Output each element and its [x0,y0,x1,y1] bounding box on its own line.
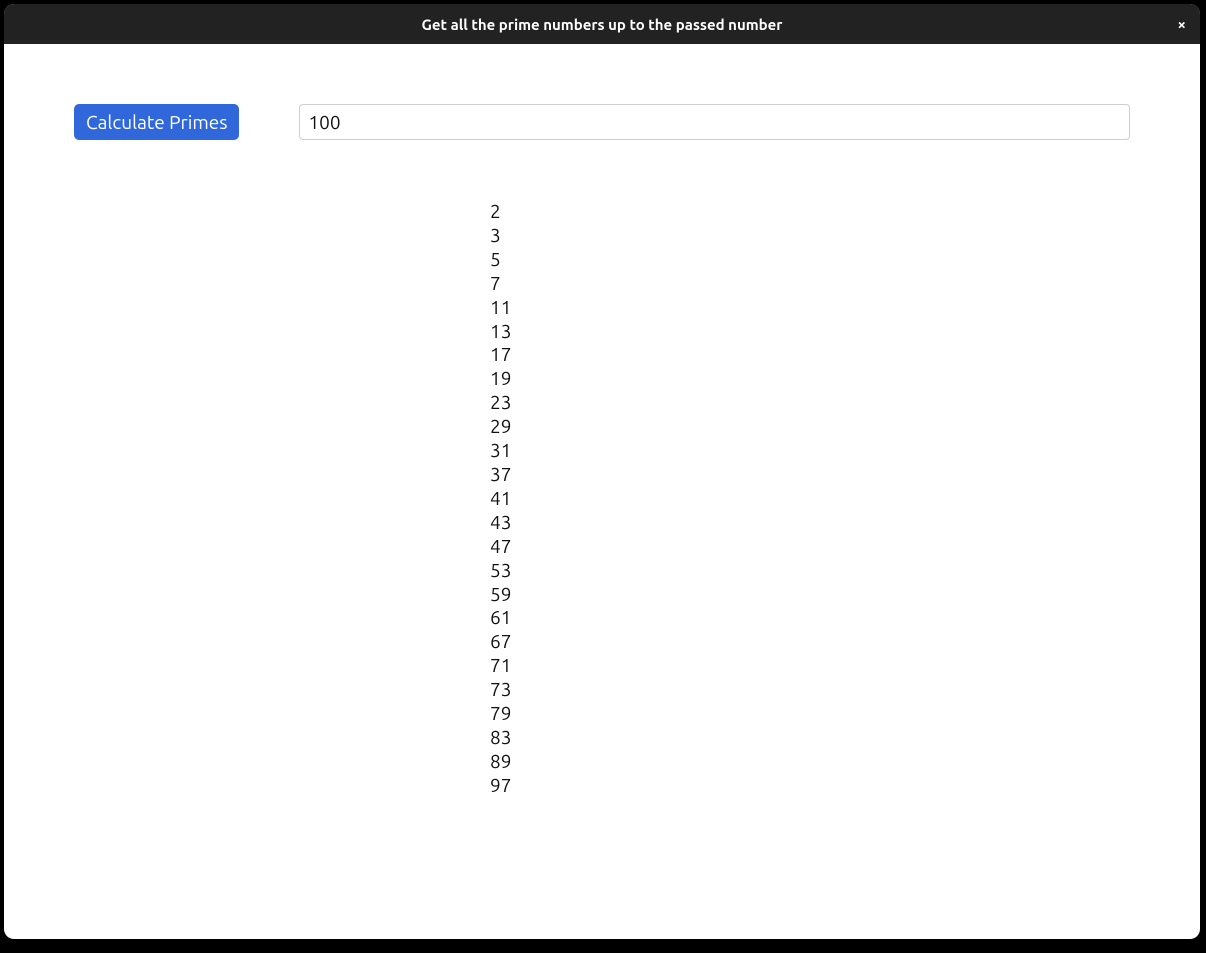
prime-item: 79 [490,702,511,726]
controls-row: Calculate Primes [74,104,1130,140]
prime-item: 53 [490,559,511,583]
prime-item: 67 [490,630,511,654]
prime-item: 59 [490,583,511,607]
prime-item: 61 [490,606,511,630]
number-input[interactable] [299,104,1130,140]
prime-item: 73 [490,678,511,702]
prime-item: 5 [490,248,501,272]
close-icon[interactable]: × [1178,17,1186,32]
prime-item: 83 [490,726,511,750]
prime-item: 29 [490,415,511,439]
prime-item: 13 [490,320,511,344]
app-window: Get all the prime numbers up to the pass… [4,4,1200,939]
results-list: 2357111317192329313741434753596167717379… [74,200,1130,798]
prime-item: 23 [490,391,511,415]
window-title: Get all the prime numbers up to the pass… [422,16,783,33]
prime-item: 41 [490,487,511,511]
prime-item: 37 [490,463,511,487]
prime-item: 17 [490,343,511,367]
prime-item: 3 [490,224,501,248]
prime-item: 71 [490,654,511,678]
calculate-primes-button[interactable]: Calculate Primes [74,104,239,140]
content-area: Calculate Primes 23571113171923293137414… [4,44,1200,939]
prime-item: 97 [490,774,511,798]
prime-item: 11 [490,296,511,320]
prime-item: 47 [490,535,511,559]
prime-item: 2 [490,200,501,224]
titlebar: Get all the prime numbers up to the pass… [4,4,1200,44]
prime-item: 19 [490,367,511,391]
prime-item: 7 [490,272,501,296]
prime-item: 89 [490,750,511,774]
prime-item: 31 [490,439,511,463]
prime-item: 43 [490,511,511,535]
